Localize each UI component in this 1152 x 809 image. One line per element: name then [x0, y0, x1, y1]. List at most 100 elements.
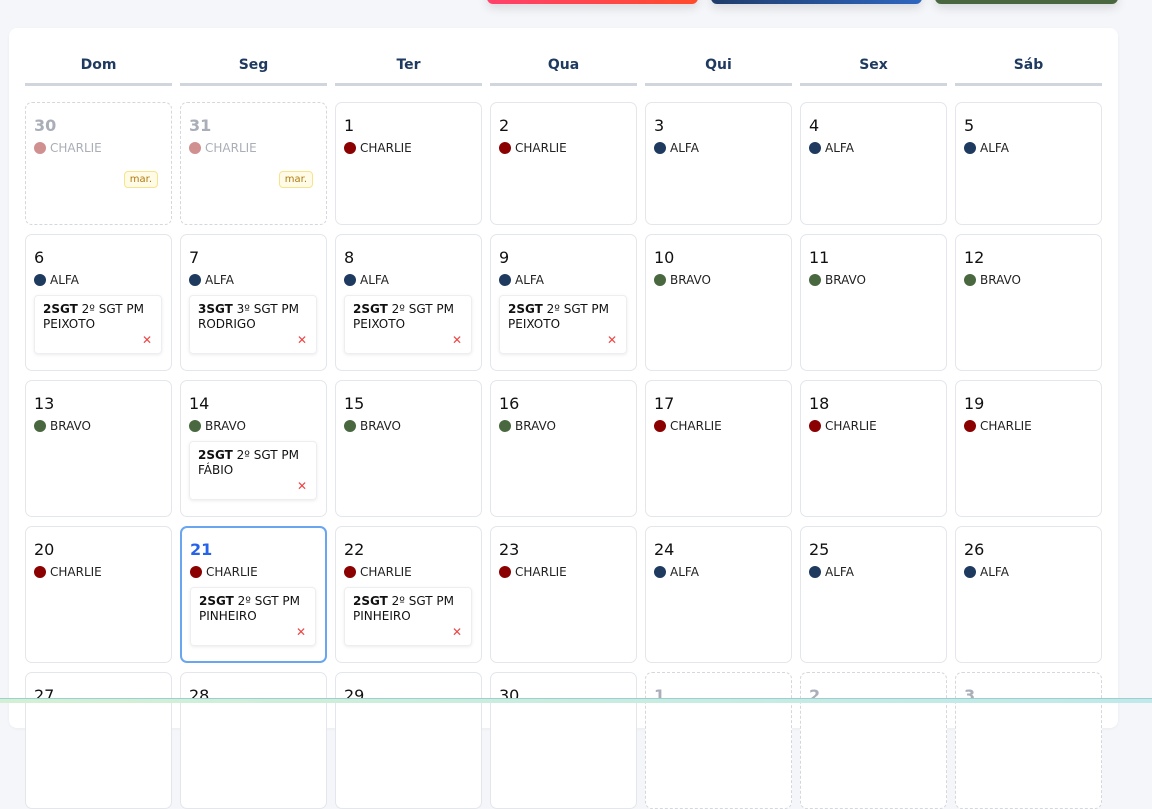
team-dot-icon [189, 420, 201, 432]
calendar-day-today[interactable]: 21 CHARLIE 2SGT 2º SGT PM PINHEIRO ✕ [180, 526, 327, 663]
calendar-day[interactable]: 30 [490, 672, 637, 809]
calendar-day[interactable]: 2 CHARLIE [490, 102, 637, 225]
team-label: ALFA [189, 273, 318, 287]
team-label: BRAVO [499, 419, 628, 433]
calendar-day[interactable]: 7 ALFA 3SGT 3º SGT PM RODRIGO ✕ [180, 234, 327, 371]
calendar-day[interactable]: 18 CHARLIE [800, 380, 947, 517]
team-name: ALFA [825, 565, 854, 579]
rank-code: 2SGT [198, 448, 233, 462]
calendar-day[interactable]: 2 [800, 672, 947, 809]
remove-icon[interactable]: ✕ [452, 625, 462, 640]
remove-icon[interactable]: ✕ [452, 333, 462, 348]
day-number: 3 [964, 686, 976, 705]
assignment-card[interactable]: 2SGT 2º SGT PM PINHEIRO ✕ [190, 587, 316, 646]
top-action-button-2[interactable] [711, 0, 922, 4]
calendar-day[interactable]: 17 CHARLIE [645, 380, 792, 517]
calendar-day[interactable]: 1 CHARLIE [335, 102, 482, 225]
calendar-day[interactable]: 28 [180, 672, 327, 809]
team-label: CHARLIE [964, 419, 1093, 433]
assignment-card[interactable]: 2SGT 2º SGT PM PINHEIRO ✕ [344, 587, 472, 646]
team-dot-icon [499, 274, 511, 286]
team-name: ALFA [670, 141, 699, 155]
team-label: CHARLIE [344, 565, 473, 579]
team-dot-icon [809, 274, 821, 286]
day-number: 24 [654, 540, 675, 559]
calendar-day[interactable]: 26 ALFA [955, 526, 1102, 663]
day-number: 20 [34, 540, 55, 559]
team-label: BRAVO [189, 419, 318, 433]
team-dot-icon [34, 274, 46, 286]
calendar-day[interactable]: 23 CHARLIE [490, 526, 637, 663]
team-dot-icon [189, 274, 201, 286]
team-label: ALFA [654, 141, 783, 155]
weekday-header: Ter [335, 56, 482, 86]
calendar-day[interactable]: 8 ALFA 2SGT 2º SGT PM PEIXOTO ✕ [335, 234, 482, 371]
assignment-card[interactable]: 2SGT 2º SGT PM PEIXOTO ✕ [34, 295, 162, 354]
team-name: BRAVO [980, 273, 1021, 287]
calendar-day[interactable]: 27 [25, 672, 172, 809]
day-number: 2 [499, 116, 510, 135]
day-number: 2 [809, 686, 821, 705]
top-action-button-1[interactable] [487, 0, 698, 4]
team-label: CHARLIE [499, 141, 628, 155]
team-label: BRAVO [344, 419, 473, 433]
assignment-card[interactable]: 2SGT 2º SGT PM FÁBIO ✕ [189, 441, 317, 500]
assignment-card[interactable]: 2SGT 2º SGT PM PEIXOTO ✕ [344, 295, 472, 354]
day-number: 11 [809, 248, 830, 267]
calendar-day[interactable]: 30 CHARLIE mar. [25, 102, 172, 225]
team-label: ALFA [809, 141, 938, 155]
calendar-day[interactable]: 3 [955, 672, 1102, 809]
day-number: 16 [499, 394, 520, 413]
calendar-day[interactable]: 24 ALFA [645, 526, 792, 663]
weekday-header: Sex [800, 56, 947, 86]
team-dot-icon [344, 274, 356, 286]
day-number: 15 [344, 394, 365, 413]
remove-icon[interactable]: ✕ [296, 625, 306, 640]
month-badge: mar. [123, 171, 158, 188]
team-name: ALFA [205, 273, 234, 287]
remove-icon[interactable]: ✕ [297, 479, 307, 494]
calendar-day[interactable]: 14 BRAVO 2SGT 2º SGT PM FÁBIO ✕ [180, 380, 327, 517]
day-number: 4 [809, 116, 820, 135]
calendar-day[interactable]: 9 ALFA 2SGT 2º SGT PM PEIXOTO ✕ [490, 234, 637, 371]
team-label: CHARLIE [190, 565, 317, 579]
calendar-day[interactable]: 15 BRAVO [335, 380, 482, 517]
calendar-day[interactable]: 1 [645, 672, 792, 809]
day-number: 18 [809, 394, 830, 413]
calendar-day[interactable]: 10 BRAVO [645, 234, 792, 371]
calendar-day[interactable]: 22 CHARLIE 2SGT 2º SGT PM PINHEIRO ✕ [335, 526, 482, 663]
assignment-card[interactable]: 2SGT 2º SGT PM PEIXOTO ✕ [499, 295, 627, 354]
team-dot-icon [964, 566, 976, 578]
team-name: CHARLIE [515, 141, 567, 155]
team-name: CHARLIE [980, 419, 1032, 433]
assignment-card[interactable]: 3SGT 3º SGT PM RODRIGO ✕ [189, 295, 317, 354]
team-label: BRAVO [964, 273, 1093, 287]
top-action-button-3[interactable] [935, 0, 1118, 4]
calendar-day[interactable]: 16 BRAVO [490, 380, 637, 517]
team-label: ALFA [964, 141, 1093, 155]
calendar-day[interactable]: 6 ALFA 2SGT 2º SGT PM PEIXOTO ✕ [25, 234, 172, 371]
remove-icon[interactable]: ✕ [297, 333, 307, 348]
remove-icon[interactable]: ✕ [142, 333, 152, 348]
calendar-day[interactable]: 19 CHARLIE [955, 380, 1102, 517]
day-number: 5 [964, 116, 975, 135]
calendar-day[interactable]: 31 CHARLIE mar. [180, 102, 327, 225]
calendar-day[interactable]: 4 ALFA [800, 102, 947, 225]
team-dot-icon [189, 142, 201, 154]
calendar-day[interactable]: 12 BRAVO [955, 234, 1102, 371]
team-label: BRAVO [654, 273, 783, 287]
calendar-day[interactable]: 25 ALFA [800, 526, 947, 663]
calendar-day[interactable]: 20 CHARLIE [25, 526, 172, 663]
day-number: 6 [34, 248, 45, 267]
team-name: ALFA [670, 565, 699, 579]
calendar-day[interactable]: 11 BRAVO [800, 234, 947, 371]
calendar-day[interactable]: 3 ALFA [645, 102, 792, 225]
remove-icon[interactable]: ✕ [607, 333, 617, 348]
team-name: BRAVO [670, 273, 711, 287]
calendar-day[interactable]: 29 [335, 672, 482, 809]
calendar-day[interactable]: 5 ALFA [955, 102, 1102, 225]
team-label: ALFA [499, 273, 628, 287]
calendar-day[interactable]: 13 BRAVO [25, 380, 172, 517]
day-number: 1 [654, 686, 666, 705]
day-number: 31 [189, 116, 212, 135]
